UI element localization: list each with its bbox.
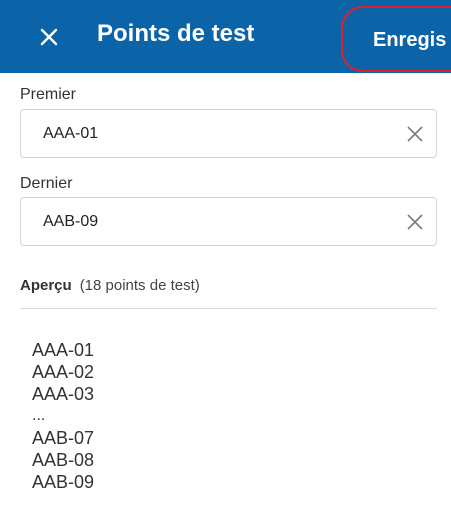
list-item: AAB-07	[32, 428, 95, 448]
first-input[interactable]	[43, 110, 383, 157]
preview-title: Aperçu	[20, 277, 72, 294]
first-field	[20, 109, 437, 158]
close-button[interactable]	[36, 24, 62, 50]
page-title: Points de test	[97, 20, 255, 47]
list-item-ellipsis: ...	[32, 407, 46, 424]
app-header: Points de test Enregis	[0, 0, 451, 73]
first-clear-button[interactable]	[404, 123, 426, 145]
preview-header: Aperçu (18 points de test)	[20, 277, 200, 294]
preview-list: AAA-01 AAA-02 AAA-03 ... AAB-07 AAB-08 A…	[32, 339, 94, 493]
clear-icon	[407, 126, 423, 142]
last-input[interactable]	[43, 198, 383, 245]
list-item: AAA-03	[32, 384, 95, 404]
clear-icon	[407, 214, 423, 230]
list-item: AAA-02	[32, 362, 95, 382]
last-field	[20, 197, 437, 246]
list-item: AAB-08	[32, 450, 95, 470]
last-field-label: Dernier	[20, 175, 73, 192]
divider	[20, 308, 437, 309]
first-field-label: Premier	[20, 86, 77, 103]
preview-count: (18 points de test)	[79, 277, 200, 294]
close-icon	[40, 28, 58, 46]
save-button-label: Enregis	[373, 29, 447, 51]
list-item: AAA-01	[32, 340, 95, 360]
list-item: AAB-09	[32, 472, 95, 492]
save-button[interactable]: Enregis	[341, 6, 451, 72]
last-clear-button[interactable]	[404, 211, 426, 233]
